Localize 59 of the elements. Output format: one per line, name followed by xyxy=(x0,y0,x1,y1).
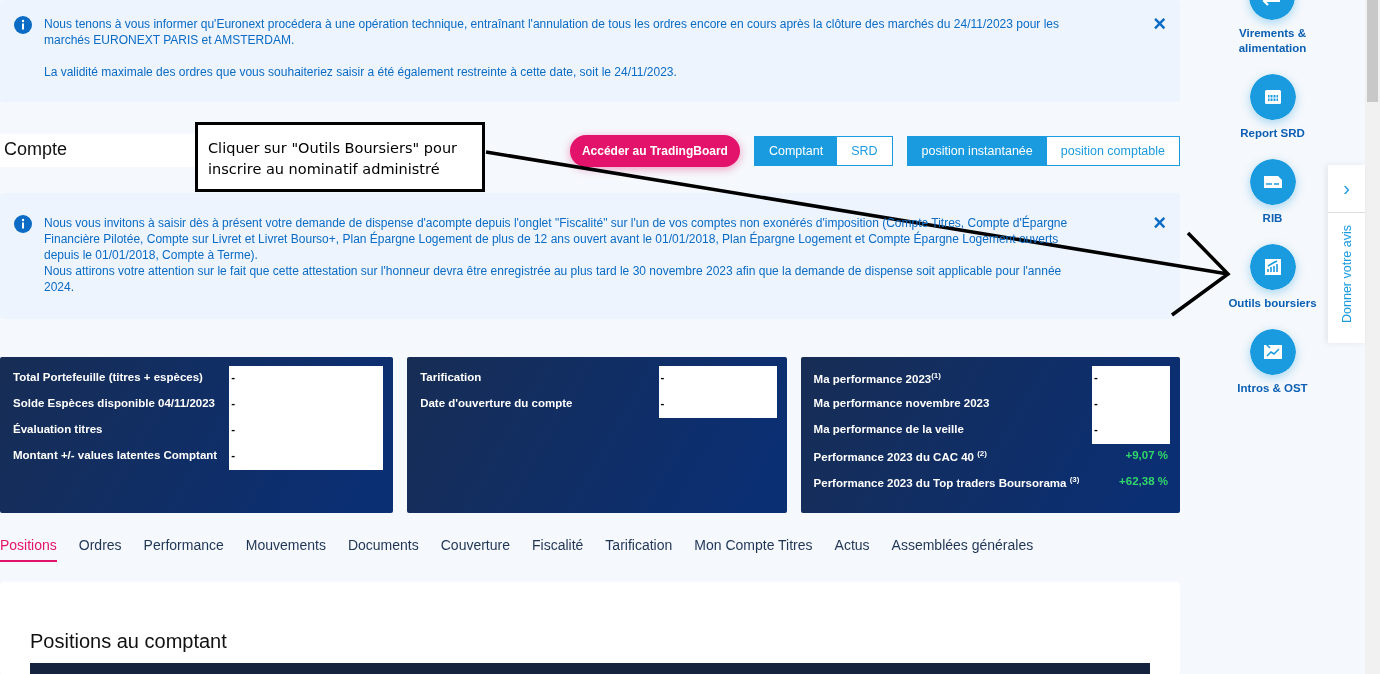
position-toggle[interactable]: position instantanée xyxy=(907,136,1047,165)
sidebar-item[interactable]: Outils boursiers xyxy=(1228,244,1317,311)
banner-text: Nous tenons à vous informer qu'Euronext procédera à une opération technique, entraînant l'annulation de tous les ordres encore en cours après la clôture des marchés du 24/11/2023 pour les marchés EURONEXT PARIS et AMSTERDAM. xyxy=(44,16,1060,48)
redacted-value: - xyxy=(658,392,777,418)
market-toggle[interactable]: Comptant xyxy=(754,136,838,165)
card-label: Montant +/- values latentes Comptant xyxy=(13,448,218,463)
card-label: Ma performance novembre 2023 xyxy=(813,396,991,411)
redacted-value: - xyxy=(229,418,384,444)
calendar-icon xyxy=(1249,74,1296,120)
redacted-value: - xyxy=(1092,366,1170,392)
card-label: Tarification xyxy=(420,370,483,385)
card-label: Ma performance de la veille xyxy=(813,422,965,437)
info-icon xyxy=(14,215,32,233)
scrollbar[interactable] xyxy=(1365,0,1380,674)
redacted-value: - xyxy=(1092,392,1170,418)
card-value: +62,38 % xyxy=(1118,474,1169,489)
chart-icon xyxy=(1249,329,1296,375)
tab[interactable]: Positions xyxy=(0,533,57,562)
tradingboard-button[interactable]: Accéder au TradingBoard xyxy=(569,134,740,167)
expand-button[interactable]: › xyxy=(1328,165,1365,213)
sidebar-item[interactable]: Report SRD xyxy=(1240,74,1305,141)
sidebar-item[interactable]: Virements & alimentation xyxy=(1238,0,1307,56)
feedback-tab[interactable]: › Donner votre avis xyxy=(1328,165,1365,343)
redacted-value: - xyxy=(229,444,384,470)
close-button[interactable]: × xyxy=(1153,215,1166,231)
card-label: Total Portefeuille (titres + espèces) xyxy=(13,370,204,385)
card-label: Ma performance 2023$^{(1)}$ xyxy=(813,370,942,387)
annotation-callout: Cliquer sur "Outils Boursiers" pour inscrire au nominatif administré xyxy=(195,122,485,192)
tab[interactable]: Couverture xyxy=(440,533,510,562)
market-toggle[interactable]: SRD xyxy=(837,136,892,165)
redacted-value: - xyxy=(658,366,777,392)
redacted-value: - xyxy=(229,392,384,418)
tab[interactable]: Performance xyxy=(143,533,224,562)
position-toggle[interactable]: position comptable xyxy=(1046,136,1179,165)
tab[interactable]: Assemblées générales xyxy=(891,533,1034,562)
banner-text: La validité maximale des ordres que vous souhaiteriez saisir a été également restreinte à cette date, soit le 24/11/2023. xyxy=(44,64,678,80)
card-icon xyxy=(1249,159,1296,205)
card-label: Performance 2023 du Top traders Boursorama $^{(3)}$ xyxy=(813,474,1080,491)
tab[interactable]: Fiscalité xyxy=(532,533,584,562)
tab[interactable]: Documents xyxy=(347,533,419,562)
card-label: Solde Espèces disponible 04/11/2023 xyxy=(13,396,216,411)
redacted-value: - xyxy=(229,366,384,392)
close-button[interactable]: × xyxy=(1153,16,1166,32)
tab[interactable]: Ordres xyxy=(78,533,122,562)
sidebar-item[interactable]: RIB xyxy=(1249,159,1296,226)
tab[interactable]: Tarification xyxy=(605,533,673,562)
tab[interactable]: Mon Compte Titres xyxy=(694,533,813,562)
card-label: Date d'ouverture du compte xyxy=(420,396,574,411)
sidebar-item[interactable]: Intros & OST xyxy=(1237,329,1308,396)
chart-icon xyxy=(1249,244,1296,290)
section-title: Positions au comptant xyxy=(30,630,228,653)
tab[interactable]: Mouvements xyxy=(245,533,326,562)
feedback-label: Donner votre avis xyxy=(1339,225,1354,323)
redacted-value: - xyxy=(1092,418,1170,444)
tab[interactable]: Actus xyxy=(834,533,870,562)
info-icon xyxy=(14,16,32,34)
card-label: Évaluation titres xyxy=(13,422,104,437)
card-value: +9,07 % xyxy=(1124,448,1169,463)
card-label: Performance 2023 du CAC 40 $^{(2)}$ xyxy=(813,448,988,465)
